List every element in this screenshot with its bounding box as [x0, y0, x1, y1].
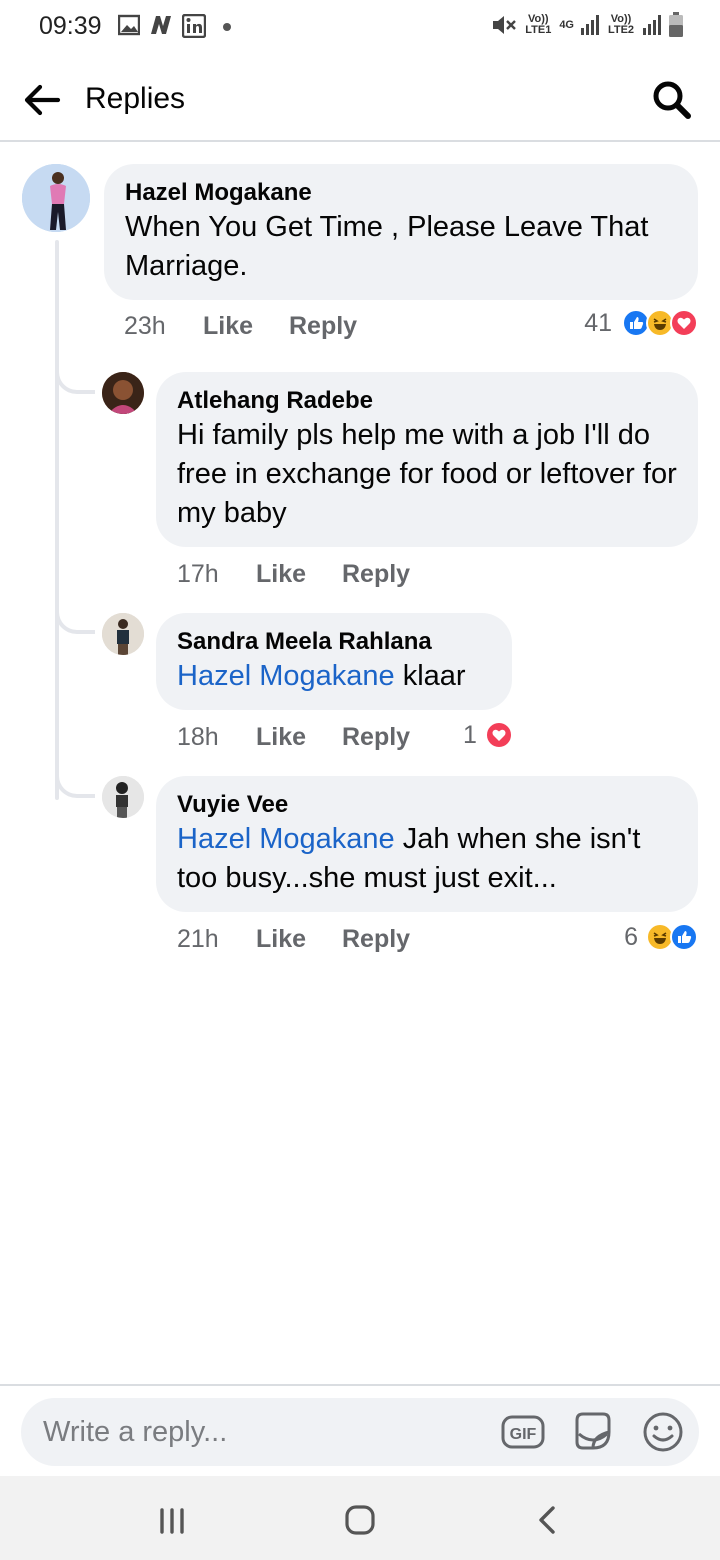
avatar-image: [22, 164, 90, 232]
linkedin-icon: [182, 14, 206, 38]
sticker-icon[interactable]: [571, 1410, 615, 1454]
reaction-summary[interactable]: 6: [624, 917, 698, 957]
comment-time[interactable]: 23h: [124, 312, 203, 341]
network-lte2-label: Vo)) LTE2: [607, 13, 635, 36]
recent-apps-icon[interactable]: [150, 1498, 194, 1542]
thread-connector: [55, 360, 95, 394]
avatar-image: [102, 372, 144, 414]
like-button[interactable]: Like: [256, 723, 342, 752]
gif-icon[interactable]: GIF: [501, 1410, 545, 1454]
reply-composer: GIF: [0, 1384, 720, 1476]
system-nav-bar: [0, 1476, 720, 1560]
comment-author[interactable]: Hazel Mogakane: [125, 178, 678, 208]
comment-time[interactable]: 17h: [177, 560, 256, 589]
reply-button[interactable]: Reply: [342, 560, 410, 589]
gif-label: GIF: [510, 1426, 537, 1443]
signal-icon: [581, 15, 599, 35]
avatar[interactable]: [102, 372, 144, 414]
battery-icon: [669, 12, 683, 37]
reply-input[interactable]: [43, 1414, 483, 1450]
status-right: Vo)) LTE1 4G Vo)) LTE2: [491, 12, 684, 38]
comment-time[interactable]: 21h: [177, 925, 256, 954]
reply-button[interactable]: Reply: [342, 925, 410, 954]
comment-actions: 17h Like Reply: [177, 554, 410, 594]
thread-connector: [55, 600, 95, 634]
avatar-image: [102, 776, 144, 818]
comment-author[interactable]: Atlehang Radebe: [177, 386, 678, 416]
network-4g-label: 4G: [559, 19, 574, 31]
comment-bubble[interactable]: Hazel Mogakane When You Get Time , Pleas…: [104, 164, 698, 300]
comment-text: Hazel Mogakane klaar: [177, 657, 492, 696]
comment-body: klaar: [402, 660, 466, 692]
comment-author[interactable]: Vuyie Vee: [177, 790, 678, 820]
comment-bubble[interactable]: Atlehang Radebe Hi family pls help me wi…: [156, 372, 698, 547]
mute-icon: [493, 16, 517, 34]
like-button[interactable]: Like: [256, 560, 342, 589]
avatar[interactable]: [102, 776, 144, 818]
mention-link[interactable]: Hazel Mogakane: [177, 823, 395, 855]
comment-bubble[interactable]: Vuyie Vee Hazel Mogakane Jah when she is…: [156, 776, 698, 912]
page-title: Replies: [85, 82, 186, 115]
avatar[interactable]: [102, 613, 144, 655]
status-bar: 09:39 Vo)) LTE1 4G Vo)) LTE2: [0, 0, 720, 54]
like-reaction-icon: [670, 923, 698, 951]
reaction-count: 1: [463, 720, 477, 749]
arrow-left-icon[interactable]: [20, 78, 64, 122]
comment-text: Hazel Mogakane Jah when she isn't too bu…: [177, 820, 678, 898]
like-button[interactable]: Like: [203, 312, 289, 341]
comment-text: Hi family pls help me with a job I'll do…: [177, 419, 677, 529]
avatar[interactable]: [22, 164, 90, 232]
avatar-image: [102, 613, 144, 655]
status-time: 09:39: [39, 12, 102, 40]
signal-icon: [643, 15, 661, 35]
thread-line: [55, 240, 59, 800]
reaction-summary[interactable]: 41: [584, 303, 698, 343]
comment-actions: 21h Like Reply: [177, 919, 410, 959]
comment-author[interactable]: Sandra Meela Rahlana: [177, 627, 492, 657]
thread-connector: [55, 764, 95, 798]
like-button[interactable]: Like: [256, 925, 342, 954]
home-icon[interactable]: [338, 1498, 382, 1542]
reaction-summary[interactable]: 1: [463, 715, 513, 755]
network-lte1-label: Vo)) LTE1: [525, 13, 552, 36]
n-icon: [151, 16, 171, 34]
love-reaction-icon: [484, 721, 513, 749]
emoji-icon[interactable]: [641, 1410, 685, 1454]
search-icon[interactable]: [650, 78, 694, 122]
image-icon: [118, 14, 140, 36]
back-icon[interactable]: [526, 1498, 570, 1542]
reply-button[interactable]: Reply: [289, 312, 357, 341]
comment-actions: 18h Like Reply: [177, 717, 410, 757]
dot-icon: [223, 23, 231, 31]
comment-time[interactable]: 18h: [177, 723, 256, 752]
reply-button[interactable]: Reply: [342, 723, 410, 752]
reaction-count: 6: [624, 922, 638, 951]
comment-text: When You Get Time , Please Leave That Ma…: [125, 211, 649, 282]
app-header: Replies: [0, 56, 720, 142]
comment-actions: 23h Like Reply: [124, 306, 357, 346]
reaction-count: 41: [584, 308, 612, 337]
comment-bubble[interactable]: Sandra Meela Rahlana Hazel Mogakane klaa…: [156, 613, 512, 710]
mention-link[interactable]: Hazel Mogakane: [177, 660, 395, 692]
composer-box[interactable]: GIF: [21, 1398, 699, 1466]
love-reaction-icon: [670, 309, 698, 337]
